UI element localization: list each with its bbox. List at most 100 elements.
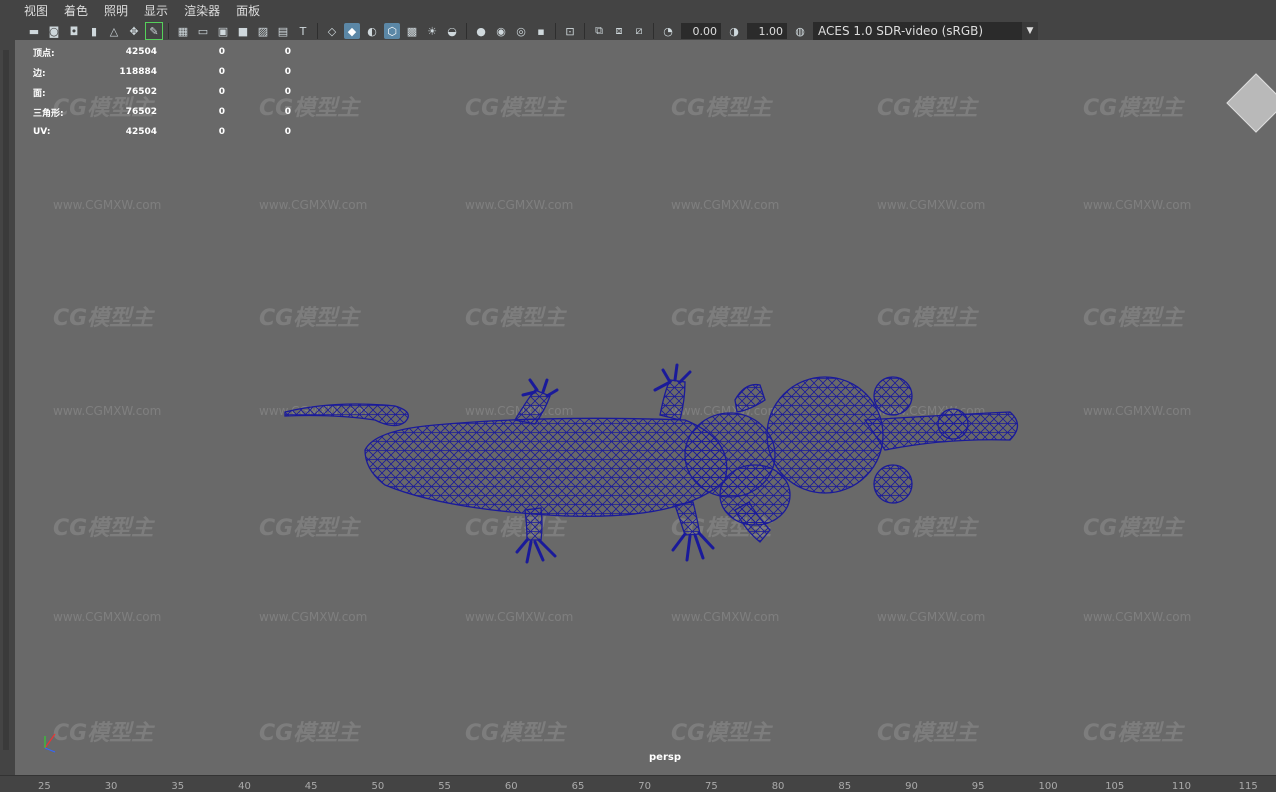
select-camera-icon[interactable]: ▬: [26, 23, 42, 39]
depth-of-field-icon[interactable]: ▪: [533, 23, 549, 39]
hud-row: UV: 42504 0 0: [33, 122, 291, 142]
watermark-url: www.CGMXW.com: [53, 198, 162, 212]
shadows-icon[interactable]: ◒: [444, 23, 460, 39]
watermark-logo: CG模型主: [465, 96, 566, 121]
hud-label: 面:: [33, 88, 46, 99]
motion-blur-icon[interactable]: ◉: [493, 23, 509, 39]
menu-renderer[interactable]: 渲染器: [176, 2, 228, 19]
watermark-logo: CG模型主: [1083, 516, 1184, 541]
watermark-url: www.CGMXW.com: [877, 198, 986, 212]
watermark-url: www.CGMXW.com: [465, 198, 574, 212]
menu-lighting[interactable]: 照明: [96, 2, 136, 19]
view-transform-value: ACES 1.0 SDR-video (sRGB): [818, 24, 984, 38]
hud-row: 面: 76502 0 0: [33, 82, 291, 102]
watermark-logo: CG模型主: [877, 721, 978, 746]
gamma-icon[interactable]: ◑: [726, 23, 742, 39]
watermark-logo: CG模型主: [1083, 96, 1184, 121]
ruler-tick: 60: [504, 781, 518, 792]
ruler-tick: 100: [1038, 781, 1058, 792]
hud-value: 0: [218, 127, 225, 137]
gecko-wireframe-model[interactable]: [265, 320, 1035, 600]
hud-row: 三角形: 76502 0 0: [33, 102, 291, 122]
hud-value: 76502: [125, 107, 157, 117]
hud-value: 42504: [125, 47, 157, 57]
menu-view[interactable]: 视图: [0, 2, 56, 19]
hud-value: 0: [218, 87, 225, 97]
wireframe-on-shaded-icon[interactable]: ⬡: [384, 23, 400, 39]
watermark-logo: CG模型主: [53, 721, 154, 746]
view-transform-select[interactable]: ACES 1.0 SDR-video (sRGB) ▼: [813, 22, 1038, 40]
safe-title-icon[interactable]: T: [295, 23, 311, 39]
image-plane-icon[interactable]: △: [106, 23, 122, 39]
ruler-tick: 50: [371, 781, 385, 792]
chevron-down-icon: ▼: [1022, 22, 1038, 40]
use-all-lights-icon[interactable]: ☀: [424, 23, 440, 39]
watermark-url: www.CGMXW.com: [259, 610, 368, 624]
left-frame: [0, 20, 15, 775]
xray-active-components-icon[interactable]: ⧄: [631, 23, 647, 39]
hud-value: 0: [284, 47, 291, 57]
menu-panels[interactable]: 面板: [228, 2, 268, 19]
bookmark-camera-icon[interactable]: ◘: [66, 23, 82, 39]
poly-count-hud: 顶点: 42504 0 0 边: 118884 0 0 面: 76502 0 0 三角形: 7650…: [33, 42, 291, 142]
color-management-icon[interactable]: ◍: [792, 23, 808, 39]
film-gate-icon[interactable]: ▭: [195, 23, 211, 39]
default-material-icon[interactable]: ◐: [364, 23, 380, 39]
gecko-mesh: [284, 376, 1019, 543]
viewport-persp[interactable]: CG模型主 CG模型主 CG模型主 CG模型主 www.CGMXW.com www.CGM…: [15, 40, 1276, 775]
toolbar-divider: [168, 23, 169, 39]
ruler-tick: 30: [104, 781, 118, 792]
ruler-tick: 55: [438, 781, 451, 792]
watermark-url: www.CGMXW.com: [465, 610, 574, 624]
screen-space-ao-icon[interactable]: ●: [473, 23, 489, 39]
watermark-logo: CG模型主: [1083, 721, 1184, 746]
watermark-logo: CG模型主: [671, 96, 772, 121]
watermark-url: www.CGMXW.com: [1083, 404, 1192, 418]
ruler-tick: 110: [1171, 781, 1191, 792]
grid-icon[interactable]: ▦: [175, 23, 191, 39]
menu-bar: 视图 着色 照明 显示 渲染器 面板: [0, 0, 1276, 20]
2d-pan-zoom-icon[interactable]: ✥: [126, 23, 142, 39]
field-chart-icon[interactable]: ▨: [255, 23, 271, 39]
hud-label: 三角形:: [33, 108, 64, 119]
exposure-field[interactable]: 0.00: [681, 23, 721, 39]
ruler-tick: 35: [171, 781, 185, 792]
hud-value: 0: [218, 67, 225, 77]
hud-value: 42504: [125, 127, 157, 137]
time-ruler[interactable]: 25 30 35 40 45 50 55 60 65 70 75 80 85 90 95 100 105 110 1…: [0, 775, 1276, 792]
textured-icon[interactable]: ▩: [404, 23, 420, 39]
menu-show[interactable]: 显示: [136, 2, 176, 19]
xray-icon[interactable]: ⧉: [591, 23, 607, 39]
watermark-url: www.CGMXW.com: [877, 610, 986, 624]
xray-joints-icon[interactable]: ⧈: [611, 23, 627, 39]
safe-action-icon[interactable]: ▤: [275, 23, 291, 39]
watermark-url: www.CGMXW.com: [53, 610, 162, 624]
grease-pencil-icon[interactable]: ✎: [145, 22, 163, 40]
watermark-logo: CG模型主: [259, 721, 360, 746]
hud-label: UV:: [33, 127, 51, 137]
ruler-tick: 75: [705, 781, 718, 792]
hud-label: 顶点:: [33, 48, 55, 59]
bookmark-icon[interactable]: ▮: [86, 23, 102, 39]
watermark-logo: CG模型主: [465, 721, 566, 746]
isolate-select-icon[interactable]: ⊡: [562, 23, 578, 39]
watermark-logo: CG模型主: [53, 306, 154, 331]
ruler-tick: 85: [838, 781, 852, 792]
wireframe-icon[interactable]: ◇: [324, 23, 340, 39]
view-cube[interactable]: [1226, 73, 1276, 133]
camera-attributes-icon[interactable]: ◙: [46, 23, 62, 39]
gamma-field[interactable]: 1.00: [747, 23, 787, 39]
ruler-tick: 65: [571, 781, 585, 792]
smooth-shade-icon[interactable]: ◆: [344, 23, 360, 39]
menu-shading[interactable]: 着色: [56, 2, 96, 19]
ruler-tick: 115: [1238, 781, 1258, 792]
toolbar-divider: [317, 23, 318, 39]
hud-value: 0: [218, 47, 225, 57]
exposure-icon[interactable]: ◔: [660, 23, 676, 39]
hud-value: 76502: [125, 87, 157, 97]
multisample-aa-icon[interactable]: ◎: [513, 23, 529, 39]
ruler-tick: 45: [304, 781, 318, 792]
watermark-logo: CG模型主: [1083, 306, 1184, 331]
resolution-gate-icon[interactable]: ▣: [215, 23, 231, 39]
gate-mask-icon[interactable]: ■: [235, 23, 251, 39]
